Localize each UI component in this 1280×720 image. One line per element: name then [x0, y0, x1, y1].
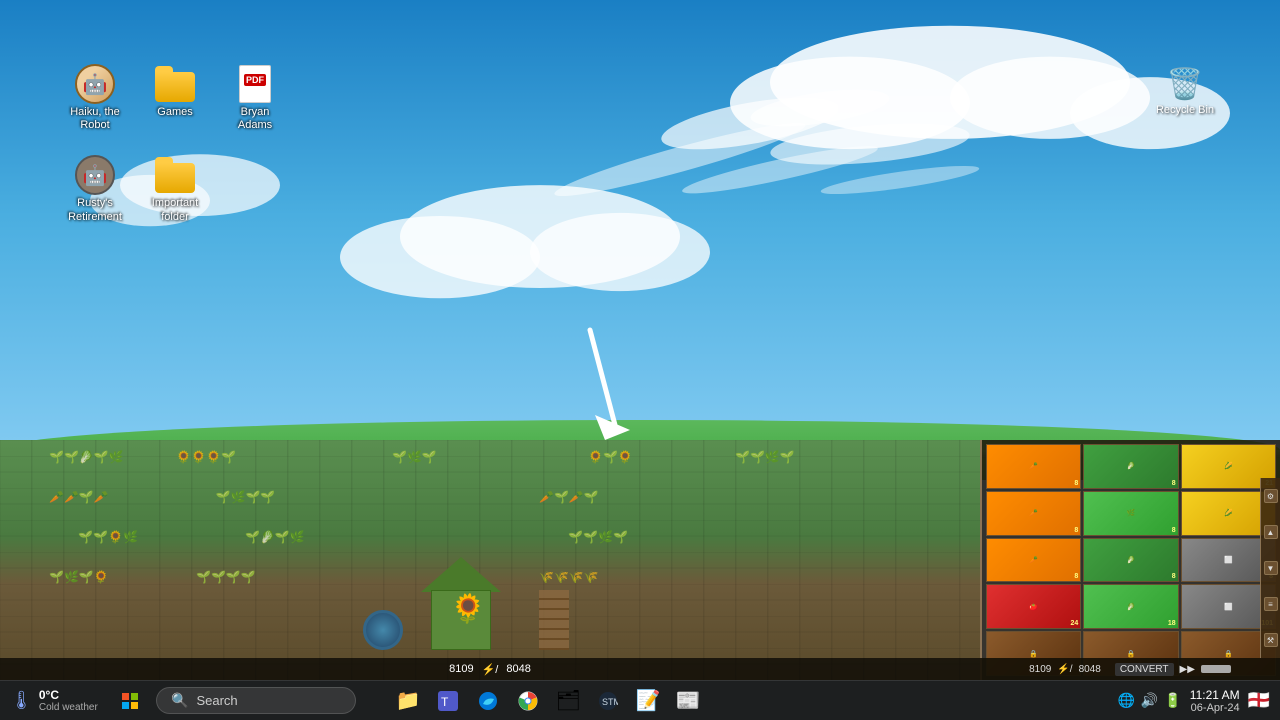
taskbar-app-edge[interactable] — [470, 683, 506, 719]
game-status-icon1: ⚡/ — [482, 663, 499, 676]
weather-temperature: 0°C — [39, 688, 98, 702]
inventory-panel: 🥕8 🥬8 🌽21 🥕8 🌿8 🌽4 🥕8 🥬8 ⬜8 🍅24 🥬18 ⬜101… — [980, 440, 1280, 680]
clock-time: 11:21 AM — [1190, 688, 1240, 702]
taskbar-app-notes[interactable]: 📝 — [630, 683, 666, 719]
taskbar-app-files[interactable]: 🗂 — [550, 683, 586, 719]
pinned-apps: 📁 T — [362, 683, 735, 719]
system-clock[interactable]: 11:21 AM 06-Apr-24 — [1190, 688, 1240, 714]
tray-icon-battery[interactable]: 🔋 — [1164, 692, 1181, 709]
bryan-adams-label: Bryan Adams — [224, 106, 286, 132]
taskbar-app-file-explorer[interactable]: 📁 — [390, 683, 426, 719]
inv-slot-4[interactable]: 🥕8 — [986, 491, 1081, 536]
tray-icon-network[interactable]: 🌐 — [1117, 692, 1134, 709]
games-label: Games — [157, 106, 192, 119]
games-folder-icon — [155, 64, 195, 104]
desktop-icons: 🤖 Haiku, the Robot Games PDF — [60, 60, 290, 228]
side-btn-2[interactable]: ▲ — [1264, 525, 1278, 539]
inv-status-mid: 8048 — [1079, 664, 1101, 675]
system-tray: 🌐 🔊 🔋 11:21 AM 06-Apr-24 🏴󠁧󠁢󠁥󠁮󠁧󠁿 — [1107, 688, 1280, 714]
desktop-icon-games[interactable]: Games — [140, 60, 210, 136]
bryan-adams-icon: PDF — [235, 64, 275, 104]
tray-icon-notifications[interactable]: 🏴󠁧󠁢󠁥󠁮󠁧󠁿 — [1248, 690, 1270, 711]
rustys-icon: 🤖 — [75, 155, 115, 195]
search-icon: 🔍 — [171, 692, 188, 709]
search-bar[interactable]: 🔍 Search — [156, 687, 356, 714]
weather-icon: 🌡 — [10, 690, 33, 711]
side-btn-3[interactable]: ▼ — [1264, 561, 1278, 575]
game-status-bar: 8109 ⚡/ 8048 — [0, 658, 980, 680]
taskbar-app-news[interactable]: 📰 — [670, 683, 706, 719]
desktop: 🤖 Haiku, the Robot Games PDF — [0, 0, 1280, 720]
haiku-robot-icon: 🤖 — [75, 64, 115, 104]
important-folder-icon — [155, 155, 195, 195]
inv-slot-7[interactable]: 🥕8 — [986, 538, 1081, 583]
taskbar-app-teams[interactable]: T — [430, 683, 466, 719]
svg-text:T: T — [441, 695, 449, 709]
side-btn-1[interactable]: ⚙ — [1264, 489, 1278, 503]
inv-slot-1[interactable]: 🥕8 — [986, 444, 1081, 489]
side-panel: ⚙ ▲ ▼ ≡ ⚒ — [1260, 478, 1280, 658]
game-status-mid: 8048 — [506, 663, 530, 675]
convert-label: CONVERT — [1115, 663, 1174, 676]
icon-row-bottom: 🤖 Rusty's Retirement Important folder — [60, 151, 290, 227]
game-area[interactable]: 🌱🌱🥬🌱🌿 🌻🌻🌻🌱 🌱🌿🌱 🌻🌱🌻 🌱🌱🌿🌱 🥕🥕🌱🥕 🌱🌿🌱🌱 🥕🌱🥕🌱 🌱… — [0, 440, 980, 680]
tray-icons: 🌐 🔊 🔋 — [1117, 692, 1181, 709]
taskbar-app-chrome[interactable] — [510, 683, 546, 719]
start-button[interactable] — [110, 681, 150, 720]
desktop-icon-haiku-robot[interactable]: 🤖 Haiku, the Robot — [60, 60, 130, 136]
desktop-icon-bryan-adams[interactable]: PDF Bryan Adams — [220, 60, 290, 136]
inv-slot-2[interactable]: 🥬8 — [1083, 444, 1178, 489]
inventory-bottom-bar: 8109 ⚡/ 8048 CONVERT ▶▶ — [980, 658, 1280, 680]
side-btn-5[interactable]: ⚒ — [1264, 633, 1278, 647]
game-status-left: 8109 — [449, 663, 473, 675]
search-label: Search — [196, 693, 237, 708]
rustys-label: Rusty's Retirement — [64, 197, 126, 223]
inv-slot-10[interactable]: 🍅24 — [986, 584, 1081, 629]
inv-slot-11[interactable]: 🥬18 — [1083, 584, 1178, 629]
weather-text: 0°C Cold weather — [39, 688, 98, 713]
haiku-robot-label: Haiku, the Robot — [64, 106, 126, 132]
inv-slot-8[interactable]: 🥬8 — [1083, 538, 1178, 583]
inv-status-left: 8109 — [1029, 664, 1051, 675]
desktop-icon-recycle-bin[interactable]: 🗑️ Recycle Bin — [1150, 60, 1220, 120]
taskbar-app-steam[interactable]: STM — [590, 683, 626, 719]
taskbar: 🌡 0°C Cold weather 🔍 Search 📁 — [0, 680, 1280, 720]
annotation-arrow — [560, 320, 640, 450]
desktop-icon-important[interactable]: Important folder — [140, 151, 210, 227]
game-canvas: 🌱🌱🥬🌱🌿 🌻🌻🌻🌱 🌱🌿🌱 🌻🌱🌻 🌱🌱🌿🌱 🥕🥕🌱🥕 🌱🌿🌱🌱 🥕🌱🥕🌱 🌱… — [0, 440, 980, 680]
side-btn-4[interactable]: ≡ — [1264, 597, 1278, 611]
inv-slot-5[interactable]: 🌿8 — [1083, 491, 1178, 536]
tray-icon-volume[interactable]: 🔊 — [1141, 692, 1158, 709]
clock-date: 06-Apr-24 — [1191, 702, 1240, 714]
important-folder-label: Important folder — [144, 197, 206, 223]
icon-row-top: 🤖 Haiku, the Robot Games PDF — [60, 60, 290, 136]
recycle-bin-icon: 🗑️ — [1166, 64, 1204, 104]
svg-text:STM: STM — [602, 697, 618, 707]
recycle-bin-label: Recycle Bin — [1156, 104, 1214, 116]
weather-widget[interactable]: 🌡 0°C Cold weather — [0, 688, 110, 713]
weather-description: Cold weather — [39, 702, 98, 713]
desktop-icon-rustys[interactable]: 🤖 Rusty's Retirement — [60, 151, 130, 227]
